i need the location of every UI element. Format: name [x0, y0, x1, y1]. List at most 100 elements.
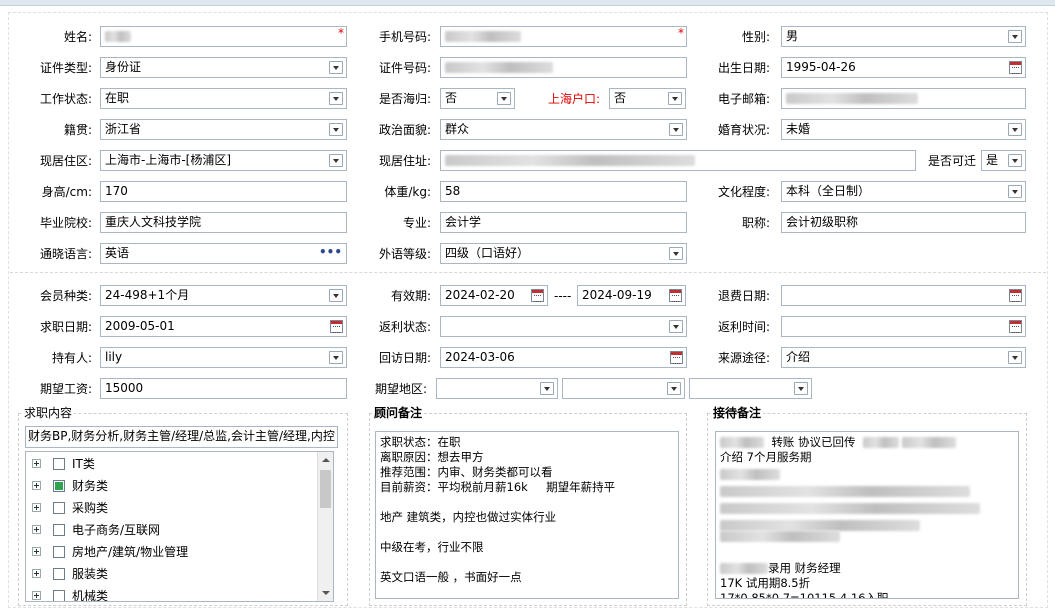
expand-icon[interactable]	[32, 547, 41, 556]
school-input[interactable]: 重庆人文科技学院	[100, 212, 347, 233]
tree-item-finance[interactable]: 财务类	[26, 475, 318, 497]
refund-date-input[interactable]	[781, 285, 1026, 306]
name-input[interactable]: *	[100, 26, 347, 47]
political-select[interactable]: 群众	[440, 119, 687, 140]
chevron-down-icon[interactable]	[329, 92, 343, 105]
tree-item-realestate[interactable]: 房地产/建筑/物业管理	[26, 541, 318, 563]
checkbox[interactable]	[53, 546, 65, 558]
birth-date-input[interactable]: 1995-04-26	[781, 57, 1026, 78]
rebate-status-select[interactable]	[440, 316, 687, 337]
native-place-select[interactable]: 浙江省	[100, 119, 347, 140]
calendar-icon[interactable]	[670, 351, 683, 364]
job-date-value: 2009-05-01	[105, 319, 175, 333]
calendar-icon[interactable]	[1009, 320, 1022, 333]
chevron-down-icon[interactable]	[667, 382, 681, 395]
education-select[interactable]: 本科（全日制）	[781, 181, 1026, 202]
expand-icon[interactable]	[32, 459, 41, 468]
language-input[interactable]: 英语 •••	[100, 243, 347, 264]
chevron-down-icon[interactable]	[497, 92, 511, 105]
school-value: 重庆人文科技学院	[105, 215, 202, 229]
checkbox[interactable]	[53, 502, 65, 514]
tree-item-it[interactable]: IT类	[26, 453, 318, 475]
id-type-select[interactable]: 身份证	[100, 57, 347, 78]
email-input[interactable]	[781, 88, 1026, 109]
job-date-input[interactable]: 2009-05-01	[100, 316, 347, 337]
chevron-down-icon[interactable]	[1008, 123, 1022, 136]
gender-select[interactable]: 男	[781, 26, 1026, 47]
checkbox[interactable]	[53, 458, 65, 470]
hukou-select[interactable]: 否	[609, 88, 686, 109]
marital-select[interactable]: 未婚	[781, 119, 1026, 140]
relocate-select[interactable]: 是	[981, 150, 1026, 171]
member-type-select[interactable]: 24-498+1个月	[100, 285, 347, 306]
expand-icon[interactable]	[32, 525, 41, 534]
calendar-icon[interactable]	[1009, 289, 1022, 302]
scroll-thumb[interactable]	[320, 470, 331, 508]
tree-item-purchasing[interactable]: 采购类	[26, 497, 318, 519]
expected-region-district-select[interactable]	[689, 378, 812, 399]
tree-item-machinery[interactable]: 机械类	[26, 585, 318, 601]
checkbox[interactable]	[53, 590, 65, 601]
consultant-notes-textarea[interactable]: 求职状态：在职 离职原因：想去甲方 推荐范围：内审、财务类都可以看 目前薪资：平…	[375, 431, 679, 599]
calendar-icon[interactable]	[1009, 61, 1022, 74]
expected-region-province-select[interactable]	[436, 378, 558, 399]
more-icon[interactable]: •••	[319, 244, 342, 261]
calendar-icon[interactable]	[531, 289, 544, 302]
chevron-down-icon[interactable]	[329, 289, 343, 302]
calendar-icon[interactable]	[330, 320, 343, 333]
expand-icon[interactable]	[32, 591, 41, 600]
reception-line-text: 录用 财务经理	[768, 561, 841, 575]
chevron-down-icon[interactable]	[329, 154, 343, 167]
expected-region-city-select[interactable]	[562, 378, 685, 399]
work-status-select[interactable]: 在职	[100, 88, 347, 109]
expected-salary-input[interactable]: 15000	[100, 378, 347, 399]
chevron-down-icon[interactable]	[329, 351, 343, 364]
major-value: 会计学	[445, 215, 482, 229]
expand-icon[interactable]	[32, 569, 41, 578]
scroll-down-icon[interactable]	[318, 585, 333, 601]
weight-input[interactable]: 58	[440, 181, 687, 202]
checkbox[interactable]	[53, 568, 65, 580]
chevron-down-icon[interactable]	[794, 382, 808, 395]
calendar-icon[interactable]	[669, 289, 682, 302]
expand-icon[interactable]	[32, 503, 41, 512]
height-input[interactable]: 170	[100, 181, 347, 202]
returnee-select[interactable]: 否	[440, 88, 515, 109]
chevron-down-icon[interactable]	[329, 61, 343, 74]
valid-from-input[interactable]: 2024-02-20	[440, 285, 548, 306]
checkbox-checked[interactable]	[53, 480, 65, 492]
chevron-down-icon[interactable]	[669, 247, 683, 260]
valid-to-input[interactable]: 2024-09-19	[577, 285, 686, 306]
chevron-down-icon[interactable]	[1008, 185, 1022, 198]
tree-item-apparel[interactable]: 服装类	[26, 563, 318, 585]
chevron-down-icon[interactable]	[1008, 30, 1022, 43]
residence-area-select[interactable]: 上海市-上海市-[杨浦区]	[100, 150, 347, 171]
redacted-text	[720, 503, 980, 514]
rebate-time-input[interactable]	[781, 316, 1026, 337]
chevron-down-icon[interactable]	[329, 123, 343, 136]
chevron-down-icon[interactable]	[1008, 154, 1022, 167]
source-select[interactable]: 介绍	[781, 347, 1026, 368]
tree-scrollbar[interactable]	[317, 452, 333, 601]
phone-input[interactable]: *	[440, 26, 687, 47]
scroll-up-icon[interactable]	[318, 452, 333, 468]
chevron-down-icon[interactable]	[540, 382, 554, 395]
job-content-summary-input[interactable]: 财务BP,财务分析,财务主管/经理/总监,会计主管/经理,内控	[25, 426, 338, 448]
chevron-down-icon[interactable]	[669, 320, 683, 333]
id-number-input[interactable]	[440, 57, 687, 78]
redacted-text	[720, 437, 764, 448]
address-input[interactable]	[440, 150, 916, 171]
job-title-input[interactable]: 会计初级职称	[781, 212, 1026, 233]
major-input[interactable]: 会计学	[440, 212, 687, 233]
holder-select[interactable]: lily	[100, 347, 347, 368]
chevron-down-icon[interactable]	[668, 92, 682, 105]
expand-icon[interactable]	[32, 481, 41, 490]
visit-date-input[interactable]: 2024-03-06	[440, 347, 687, 368]
chevron-down-icon[interactable]	[1008, 351, 1022, 364]
chevron-down-icon[interactable]	[669, 123, 683, 136]
tree-item-ecommerce[interactable]: 电子商务/互联网	[26, 519, 318, 541]
valid-from-value: 2024-02-20	[445, 288, 515, 302]
checkbox[interactable]	[53, 524, 65, 536]
reception-notes-textarea[interactable]: 转账 协议已回传 介绍 7个月服务期 录用 财务经理 17K 试用期8.5折 1…	[715, 431, 1019, 599]
language-level-select[interactable]: 四级（口语好）	[440, 243, 687, 264]
